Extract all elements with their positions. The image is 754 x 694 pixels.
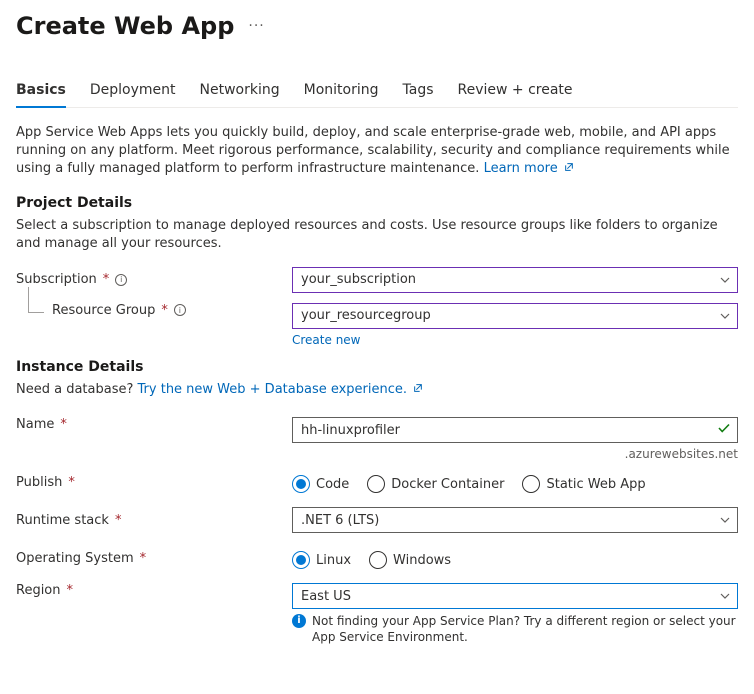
- publish-label: Publish *: [16, 475, 292, 490]
- os-option-linux[interactable]: Linux: [292, 551, 351, 569]
- name-input[interactable]: hh-linuxprofiler: [292, 417, 738, 443]
- external-link-icon: [564, 160, 574, 170]
- resource-group-value: your_resourcegroup: [301, 308, 431, 323]
- required-indicator: *: [67, 583, 74, 598]
- intro-body: App Service Web Apps lets you quickly bu…: [16, 125, 730, 176]
- tab-monitoring[interactable]: Monitoring: [304, 76, 379, 108]
- chevron-down-icon: [719, 514, 731, 526]
- tree-elbow-icon: [28, 287, 44, 313]
- os-radio-group: Linux Windows: [292, 547, 738, 569]
- checkmark-icon: [717, 421, 731, 439]
- subscription-label: Subscription * i: [16, 272, 292, 287]
- name-value: hh-linuxprofiler: [301, 423, 400, 438]
- wizard-tabs: Basics Deployment Networking Monitoring …: [16, 76, 738, 108]
- tab-review-create[interactable]: Review + create: [458, 76, 573, 108]
- runtime-stack-value: .NET 6 (LTS): [301, 513, 379, 528]
- runtime-stack-dropdown[interactable]: .NET 6 (LTS): [292, 507, 738, 533]
- instance-details-heading: Instance Details: [16, 359, 738, 375]
- os-option-windows[interactable]: Windows: [369, 551, 451, 569]
- info-filled-icon: i: [292, 614, 306, 628]
- project-details-desc: Select a subscription to manage deployed…: [16, 217, 738, 253]
- region-value: East US: [301, 589, 351, 604]
- radio-icon: [367, 475, 385, 493]
- publish-option-code[interactable]: Code: [292, 475, 349, 493]
- resource-group-dropdown[interactable]: your_resourcegroup: [292, 303, 738, 329]
- required-indicator: *: [60, 417, 67, 432]
- subscription-value: your_subscription: [301, 272, 416, 287]
- radio-icon: [292, 475, 310, 493]
- region-hint: i Not finding your App Service Plan? Try…: [292, 613, 738, 645]
- project-details-heading: Project Details: [16, 195, 738, 211]
- database-prompt: Need a database? Try the new Web + Datab…: [16, 381, 738, 399]
- create-new-resource-group-link[interactable]: Create new: [292, 333, 361, 347]
- chevron-down-icon: [719, 310, 731, 322]
- intro-text: App Service Web Apps lets you quickly bu…: [16, 124, 738, 179]
- publish-option-static[interactable]: Static Web App: [522, 475, 645, 493]
- learn-more-link[interactable]: Learn more: [484, 161, 574, 176]
- info-icon[interactable]: i: [174, 304, 186, 316]
- page-title: Create Web App: [16, 12, 234, 40]
- operating-system-label: Operating System *: [16, 551, 292, 566]
- chevron-down-icon: [719, 590, 731, 602]
- region-dropdown[interactable]: East US: [292, 583, 738, 609]
- required-indicator: *: [140, 551, 147, 566]
- required-indicator: *: [103, 272, 110, 287]
- publish-radio-group: Code Docker Container Static Web App: [292, 471, 738, 493]
- more-actions-icon[interactable]: ···: [248, 18, 264, 34]
- subscription-dropdown[interactable]: your_subscription: [292, 267, 738, 293]
- tab-basics[interactable]: Basics: [16, 76, 66, 108]
- tab-networking[interactable]: Networking: [200, 76, 280, 108]
- radio-icon: [522, 475, 540, 493]
- required-indicator: *: [68, 475, 75, 490]
- resource-group-label: Resource Group * i: [16, 303, 292, 318]
- external-link-icon: [413, 381, 423, 391]
- runtime-stack-label: Runtime stack *: [16, 513, 292, 528]
- required-indicator: *: [161, 303, 168, 318]
- web-database-experience-link[interactable]: Try the new Web + Database experience.: [138, 382, 424, 397]
- radio-icon: [369, 551, 387, 569]
- domain-suffix: .azurewebsites.net: [292, 447, 738, 461]
- publish-option-docker[interactable]: Docker Container: [367, 475, 504, 493]
- tab-deployment[interactable]: Deployment: [90, 76, 176, 108]
- radio-icon: [292, 551, 310, 569]
- required-indicator: *: [115, 513, 122, 528]
- info-icon[interactable]: i: [115, 274, 127, 286]
- region-label: Region *: [16, 583, 292, 598]
- tab-tags[interactable]: Tags: [403, 76, 434, 108]
- name-label: Name *: [16, 417, 292, 432]
- chevron-down-icon: [719, 274, 731, 286]
